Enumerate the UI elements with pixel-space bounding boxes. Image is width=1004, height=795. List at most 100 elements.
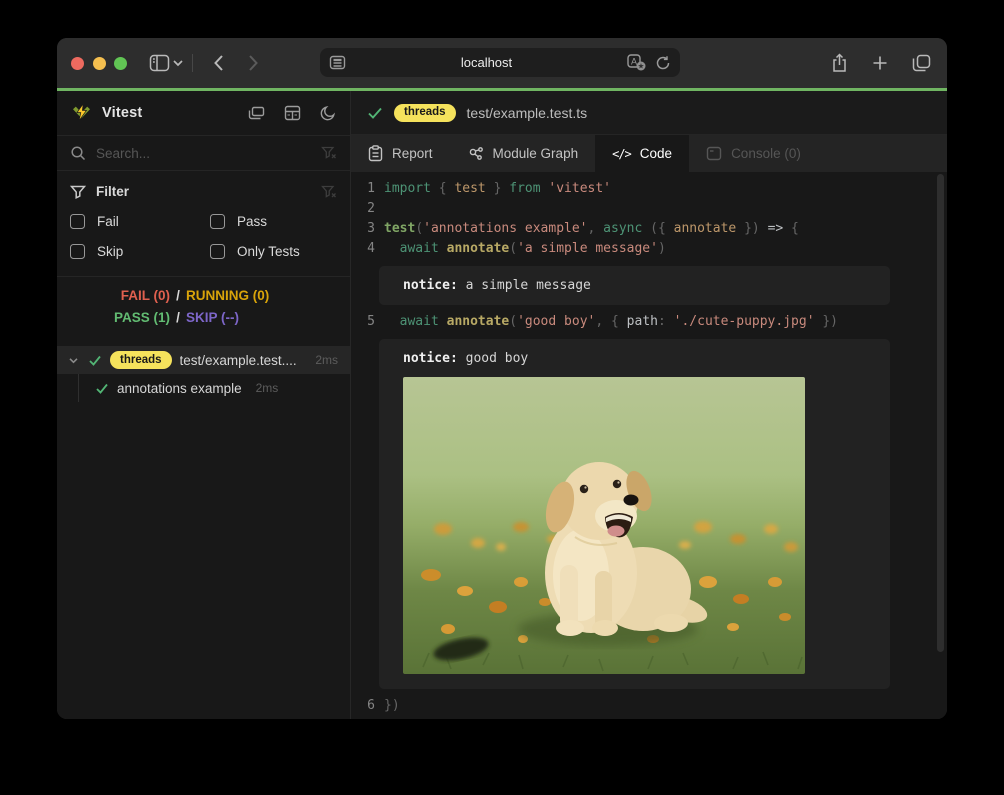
view-tabs: Report Module Graph </> Code <box>351 135 947 172</box>
checkbox-box[interactable] <box>70 244 85 259</box>
test-duration: 2ms <box>315 353 338 367</box>
annotation-label: notice: <box>403 351 458 366</box>
reload-icon[interactable] <box>655 55 671 71</box>
annotation-text: good boy <box>458 351 528 366</box>
test-case-row[interactable]: annotations example 2ms <box>57 374 350 402</box>
file-header: threads test/example.test.ts <box>351 91 947 135</box>
sidebar-menu-button[interactable] <box>172 59 184 67</box>
address-bar[interactable]: localhost A ★ <box>320 48 680 77</box>
line-code: test('annotations example', async ({ ann… <box>375 219 799 239</box>
pass-count: PASS (1) <box>57 309 170 326</box>
dashboard-icon <box>284 105 301 121</box>
tab-report[interactable]: Report <box>351 135 450 172</box>
tab-overview-button[interactable] <box>912 54 931 72</box>
tab-label: Console (0) <box>731 146 801 161</box>
checkbox-box[interactable] <box>210 244 225 259</box>
separator: / <box>170 287 186 304</box>
check-icon <box>88 354 102 367</box>
theme-toggle-button[interactable] <box>320 105 336 121</box>
line-code <box>375 199 384 219</box>
page-settings-icon[interactable] <box>329 55 346 70</box>
clear-filter-icon[interactable] <box>321 185 337 199</box>
minimize-window-button[interactable] <box>93 57 106 70</box>
forward-chevron-icon <box>248 54 259 72</box>
app-title: Vitest <box>102 105 229 121</box>
sidebar-toggle-button[interactable] <box>149 54 170 72</box>
scrollbar-thumb[interactable] <box>937 174 944 652</box>
code-content: 1import { test } from 'vitest'23test('an… <box>351 179 947 719</box>
line-number: 3 <box>351 219 375 239</box>
code-line: 3test('annotations example', async ({ an… <box>351 219 947 239</box>
test-file-name: test/example.test.... <box>180 353 297 368</box>
separator: / <box>170 309 186 326</box>
search-input[interactable] <box>96 146 311 161</box>
tab-module-graph[interactable]: Module Graph <box>450 135 596 172</box>
panels-icon <box>248 106 265 121</box>
test-duration: 2ms <box>256 381 279 395</box>
zoom-window-button[interactable] <box>114 57 127 70</box>
pool-badge: threads <box>394 104 456 122</box>
browser-window: localhost A ★ <box>57 38 947 719</box>
checkbox-label: Pass <box>237 214 267 229</box>
annotation-notice: notice: good boy <box>379 339 890 689</box>
test-tree: threads test/example.test.... 2ms annota… <box>57 338 350 402</box>
tab-console[interactable]: Console (0) <box>689 135 818 172</box>
test-file-row[interactable]: threads test/example.test.... 2ms <box>57 346 350 374</box>
tab-overview-icon <box>912 54 931 72</box>
scrollbar-track[interactable] <box>935 172 947 719</box>
desktop-background: localhost A ★ <box>0 0 1004 795</box>
ui-panels-button[interactable] <box>248 106 265 121</box>
test-case-name: annotations example <box>117 381 242 396</box>
checkbox-box[interactable] <box>210 214 225 229</box>
page-content: Vitest <box>57 91 947 719</box>
tab-code[interactable]: </> Code <box>595 135 689 172</box>
code-icon: </> <box>612 147 631 161</box>
check-icon <box>367 106 383 120</box>
checkbox-only-tests[interactable]: Only Tests <box>210 244 337 259</box>
annotation-notice: notice: a simple message <box>379 266 890 305</box>
forward-button[interactable] <box>248 54 259 72</box>
toolbar-right-buttons <box>831 38 931 88</box>
report-icon <box>368 145 383 162</box>
chevron-down-icon[interactable] <box>67 354 80 367</box>
code-panel: 1import { test } from 'vitest'23test('an… <box>351 172 947 719</box>
checkbox-pass[interactable]: Pass <box>210 214 337 229</box>
pool-badge: threads <box>110 351 172 369</box>
checkbox-label: Fail <box>97 214 119 229</box>
checkbox-fail[interactable]: Fail <box>70 214 210 229</box>
moon-icon <box>320 105 336 121</box>
url-text[interactable]: localhost <box>346 55 627 70</box>
chevron-down-icon <box>172 59 184 67</box>
close-window-button[interactable] <box>71 57 84 70</box>
filter-header: Filter <box>70 184 337 199</box>
annotation-text: a simple message <box>458 278 591 293</box>
window-controls <box>71 57 127 70</box>
line-number: 4 <box>351 239 375 259</box>
console-icon <box>706 146 722 161</box>
share-icon <box>831 53 848 73</box>
running-count: RUNNING (0) <box>186 287 350 304</box>
line-number: 1 <box>351 179 375 199</box>
tab-label: Report <box>392 146 433 161</box>
module-graph-icon <box>467 146 484 162</box>
browser-toolbar: localhost A ★ <box>57 38 947 88</box>
checkbox-skip[interactable]: Skip <box>70 244 210 259</box>
clear-search-filter-icon[interactable] <box>321 146 337 160</box>
main-panel: threads test/example.test.ts Report <box>351 91 947 719</box>
line-number: 2 <box>351 199 375 219</box>
code-line: 7 <box>351 716 947 719</box>
search-icon <box>70 145 86 161</box>
back-button[interactable] <box>213 54 224 72</box>
new-tab-button[interactable] <box>872 55 888 71</box>
line-code <box>375 716 384 719</box>
translate-icon[interactable]: A ★ <box>627 54 646 71</box>
toolbar-divider <box>192 54 193 72</box>
checkbox-box[interactable] <box>70 214 85 229</box>
plus-icon <box>872 55 888 71</box>
line-number: 6 <box>351 696 375 716</box>
test-status-summary: FAIL (0) / RUNNING (0) PASS (1) / SKIP (… <box>57 277 350 338</box>
filter-section: Filter Fail Pass Skip Only Tests <box>57 171 350 277</box>
share-button[interactable] <box>831 53 848 73</box>
dashboard-button[interactable] <box>284 105 301 121</box>
code-line: 4 await annotate('a simple message') <box>351 239 947 259</box>
